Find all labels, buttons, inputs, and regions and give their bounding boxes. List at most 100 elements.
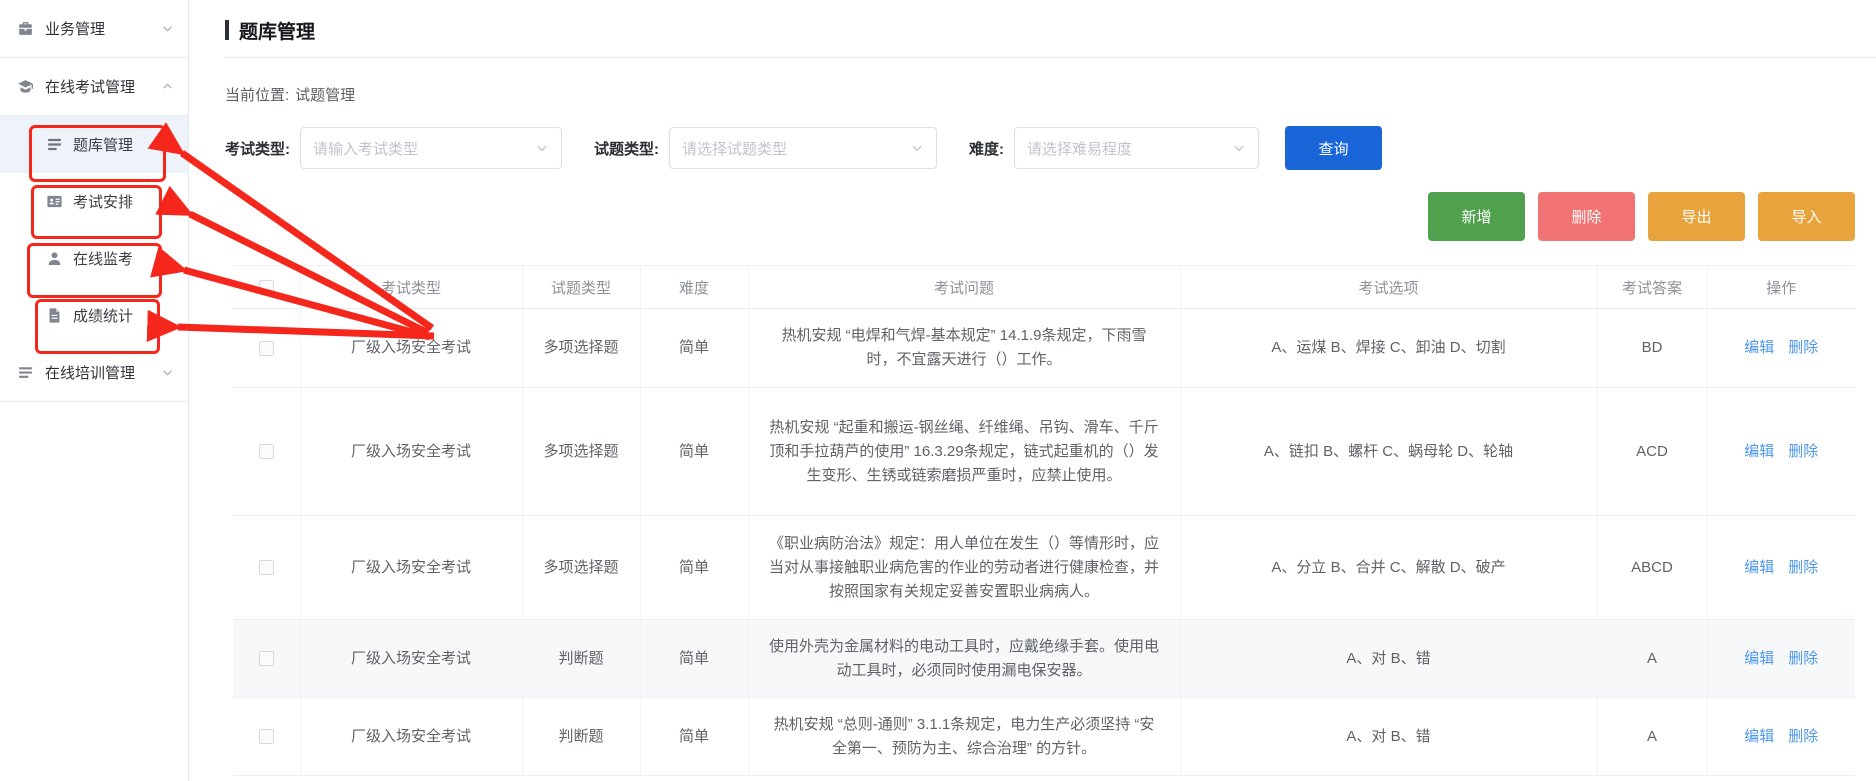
chevron-down-icon [161,366,174,379]
import-button[interactable]: 导入 [1758,192,1855,241]
edit-link[interactable]: 编辑 [1744,339,1774,356]
sidebar-item-label: 题库管理 [73,134,133,155]
col-difficulty: 难度 [640,266,748,309]
app-window: 业务管理 在线考试管理 题库管理 考试安排 在线监考 成绩统计 在线培 [0,0,1876,781]
col-question: 考试问题 [748,266,1180,309]
cell-options: A、运煤 B、焊接 C、卸油 D、切割 [1180,309,1597,388]
add-button[interactable]: 新增 [1428,192,1525,241]
cell-question: 《职业病防治法》规定：用人单位在发生（）等情形时，应当对从事接触职业病危害的作业… [748,516,1180,620]
sidebar-item-exam-schedule[interactable]: 考试安排 [0,173,188,230]
breadcrumb: 当前位置:试题管理 [225,84,1876,105]
page-title: 题库管理 [239,17,315,44]
sidebar-item-label: 考试安排 [73,191,133,212]
row-checkbox[interactable] [259,651,274,666]
sidebar-divider [0,401,188,402]
difficulty-placeholder: 请选择难易程度 [1027,138,1232,159]
menu-lines-icon [17,364,34,381]
table-row: 厂级入场安全考试 多项选择题 简单 热机安规 “电焊和气焊-基本规定” 14.1… [233,309,1855,388]
sidebar-item-online-proctoring[interactable]: 在线监考 [0,230,188,287]
chevron-down-icon [535,141,549,155]
table-actions: 新增 删除 导出 导入 [225,192,1876,241]
delete-button[interactable]: 删除 [1538,192,1635,241]
cell-question-type: 判断题 [522,698,640,776]
sidebar-item-label: 在线培训管理 [45,362,161,383]
cell-exam-type: 厂级入场安全考试 [300,698,522,776]
difficulty-label: 难度: [969,138,1004,159]
col-options: 考试选项 [1180,266,1597,309]
filter-exam-type: 考试类型: 请输入考试类型 [225,127,562,169]
id-card-icon [46,193,63,210]
title-accent-bar [225,20,229,40]
cell-exam-type: 厂级入场安全考试 [300,620,522,698]
sidebar-item-label: 成绩统计 [73,305,133,326]
delete-link[interactable]: 删除 [1788,339,1818,356]
briefcase-icon [17,20,34,37]
table-row: 厂级入场安全考试 多项选择题 简单 《职业病防治法》规定：用人单位在发生（）等情… [233,516,1855,620]
exam-type-placeholder: 请输入考试类型 [313,138,535,159]
delete-link[interactable]: 删除 [1788,728,1818,745]
exam-type-label: 考试类型: [225,138,290,159]
cell-difficulty: 简单 [640,388,748,516]
row-checkbox[interactable] [259,729,274,744]
cell-question: 热机安规 “起重和搬运-钢丝绳、纤维绳、吊钩、滑车、千斤顶和手拉葫芦的使用” 1… [748,388,1180,516]
cell-answer: ABCD [1597,516,1707,620]
delete-link[interactable]: 删除 [1788,443,1818,460]
main-content: 题库管理 当前位置:试题管理 考试类型: 请输入考试类型 试题类型: 请选择试题… [190,0,1876,781]
table-row: 厂级入场安全考试 判断题 简单 使用外壳为金属材料的电动工具时，应戴绝缘手套。使… [233,620,1855,698]
document-icon [46,307,63,324]
cell-question-type: 多项选择题 [522,388,640,516]
question-type-placeholder: 请选择试题类型 [682,138,910,159]
row-checkbox[interactable] [259,444,274,459]
edit-link[interactable]: 编辑 [1744,650,1774,667]
cell-options: A、链扣 B、螺杆 C、蜗母轮 D、轮轴 [1180,388,1597,516]
table-header-row: 考试类型 试题类型 难度 考试问题 考试选项 考试答案 操作 [233,266,1855,309]
sidebar-item-label: 在线考试管理 [45,76,161,97]
col-operations: 操作 [1707,266,1855,309]
cell-options: A、分立 B、合并 C、解散 D、破产 [1180,516,1597,620]
sidebar-item-label: 在线监考 [73,248,133,269]
filter-difficulty: 难度: 请选择难易程度 [969,127,1259,169]
sidebar: 业务管理 在线考试管理 题库管理 考试安排 在线监考 成绩统计 在线培 [0,0,189,781]
col-answer: 考试答案 [1597,266,1707,309]
cell-difficulty: 简单 [640,516,748,620]
delete-link[interactable]: 删除 [1788,650,1818,667]
sidebar-item-online-exam-management[interactable]: 在线考试管理 [0,58,188,115]
edit-link[interactable]: 编辑 [1744,559,1774,576]
query-button[interactable]: 查询 [1285,126,1382,170]
cell-question-type: 多项选择题 [522,516,640,620]
cell-answer: BD [1597,309,1707,388]
cell-options: A、对 B、错 [1180,620,1597,698]
cell-question: 热机安规 “总则-通则” 3.1.1条规定，电力生产必须坚持 “安全第一、预防为… [748,698,1180,776]
row-checkbox[interactable] [259,560,274,575]
question-type-select[interactable]: 请选择试题类型 [669,127,937,169]
sidebar-item-score-statistics[interactable]: 成绩统计 [0,287,188,344]
edit-link[interactable]: 编辑 [1744,443,1774,460]
edit-link[interactable]: 编辑 [1744,728,1774,745]
table-row: 厂级入场安全考试 多项选择题 简单 热机安规 “起重和搬运-钢丝绳、纤维绳、吊钩… [233,388,1855,516]
chevron-down-icon [1232,141,1246,155]
filter-bar: 考试类型: 请输入考试类型 试题类型: 请选择试题类型 难度: 请选择难易程度 [225,126,1876,170]
cell-answer: A [1597,620,1707,698]
chevron-down-icon [910,141,924,155]
cell-difficulty: 简单 [640,698,748,776]
row-checkbox[interactable] [259,341,274,356]
cell-difficulty: 简单 [640,620,748,698]
graduation-cap-icon [17,78,34,95]
export-button[interactable]: 导出 [1648,192,1745,241]
exam-type-select[interactable]: 请输入考试类型 [300,127,562,169]
table-row: 厂级入场安全考试 判断题 简单 热机安规 “总则-通则” 3.1.1条规定，电力… [233,698,1855,776]
sidebar-item-online-training-management[interactable]: 在线培训管理 [0,344,188,401]
breadcrumb-value: 试题管理 [295,87,355,104]
sidebar-item-business-management[interactable]: 业务管理 [0,0,188,57]
col-question-type: 试题类型 [522,266,640,309]
select-all-checkbox[interactable] [259,280,274,295]
cell-exam-type: 厂级入场安全考试 [300,309,522,388]
cell-difficulty: 简单 [640,309,748,388]
chevron-down-icon [161,22,174,35]
cell-question-type: 判断题 [522,620,640,698]
difficulty-select[interactable]: 请选择难易程度 [1014,127,1259,169]
header-divider [225,57,1876,58]
delete-link[interactable]: 删除 [1788,559,1818,576]
cell-question-type: 多项选择题 [522,309,640,388]
sidebar-item-question-bank[interactable]: 题库管理 [0,116,188,173]
